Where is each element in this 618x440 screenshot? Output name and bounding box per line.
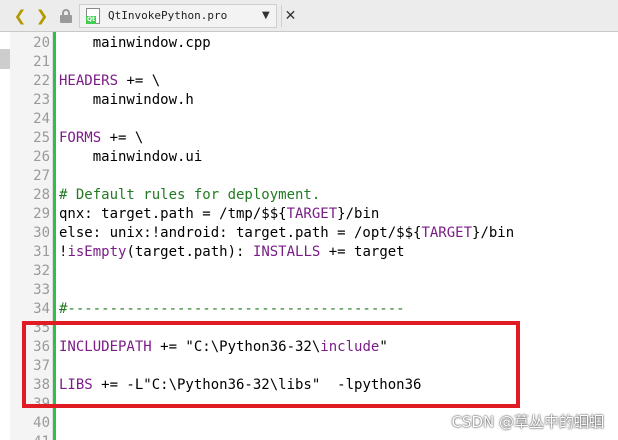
code-token: TARGET: [421, 225, 473, 241]
line-number: 26: [33, 149, 50, 165]
code-token: += \: [118, 73, 161, 89]
code-line[interactable]: 27: [0, 167, 618, 186]
line-number: 41: [10, 433, 50, 440]
code-text: mainwindow.cpp: [59, 34, 211, 53]
code-line[interactable]: 23 mainwindow.h: [0, 91, 618, 110]
line-number: 30: [33, 225, 50, 241]
line-number: 25: [33, 130, 50, 146]
code-line[interactable]: 28 # Default rules for deployment.: [0, 186, 618, 205]
line-number: 20: [33, 35, 50, 51]
qt-project-file-icon: Qt: [86, 7, 100, 24]
code-line[interactable]: 32: [0, 262, 618, 281]
editor-toolbar: ❮ ❯ Qt QtInvokePython.pro ▼ ✕: [0, 0, 618, 32]
line-number: 33: [33, 282, 50, 298]
line-number: 28: [33, 187, 50, 203]
close-document-button[interactable]: ✕: [281, 4, 299, 27]
code-token: # Default rules for deployment.: [59, 187, 321, 203]
code-text: qnx: target.path = /tmp/$${TARGET}/bin: [59, 205, 379, 224]
code-token: isEmpty: [67, 244, 127, 260]
code-text: HEADERS += \: [59, 72, 160, 91]
code-token: mainwindow.h: [59, 92, 194, 108]
code-token: #---------------------------------------…: [59, 301, 405, 317]
line-number: 21: [33, 54, 50, 70]
line-number: 29: [33, 206, 50, 222]
watermark: CSDN @草丛中的蝈蝈: [451, 413, 604, 431]
code-line[interactable]: 25 FORMS += \: [0, 129, 618, 148]
line-number: 34: [33, 301, 50, 317]
lock-icon[interactable]: [59, 8, 73, 23]
code-token: TARGET: [286, 206, 338, 222]
code-token: qnx: target.path = /tmp/$${: [59, 206, 287, 222]
code-token: += \: [101, 130, 144, 146]
code-line[interactable]: 34 #-------------------------------------…: [0, 300, 618, 319]
code-text: !isEmpty(target.path): INSTALLS += targe…: [59, 243, 405, 262]
line-number: 27: [33, 168, 50, 184]
file-name-label: QtInvokePython.pro: [108, 9, 228, 22]
code-token: += target: [320, 244, 405, 260]
line-number: 24: [33, 111, 50, 127]
line-number: 22: [33, 73, 50, 89]
code-token: (target.path):: [126, 244, 253, 260]
code-line[interactable]: 30 else: unix:!android: target.path = /op…: [0, 224, 618, 243]
code-line[interactable]: 26 mainwindow.ui: [0, 148, 618, 167]
back-button[interactable]: ❮: [9, 4, 31, 28]
code-token: }/bin: [337, 206, 380, 222]
line-number: 23: [33, 92, 50, 108]
line-number: 31: [33, 244, 50, 260]
forward-button[interactable]: ❯: [31, 4, 53, 28]
code-token: else: unix:!android: target.path = /opt/…: [59, 225, 422, 241]
code-line[interactable]: 22 HEADERS += \: [0, 72, 618, 91]
code-text: # Default rules for deployment.: [59, 186, 320, 205]
chevron-down-icon[interactable]: ▼: [262, 10, 272, 21]
line-number: 32: [33, 263, 50, 279]
code-text: FORMS += \: [59, 129, 143, 148]
code-line[interactable]: 29 qnx: target.path = /tmp/$${TARGET}/bin: [0, 205, 618, 224]
code-line[interactable]: 21: [0, 53, 618, 72]
code-token: INSTALLS: [252, 244, 321, 260]
code-text: else: unix:!android: target.path = /opt/…: [59, 224, 514, 243]
highlight-annotation-box: [22, 321, 520, 408]
code-line[interactable]: 24: [0, 110, 618, 129]
code-token: mainwindow.ui: [59, 149, 203, 165]
code-token: HEADERS: [59, 73, 119, 89]
line-number: 40: [33, 415, 50, 431]
code-token: FORMS: [59, 130, 102, 146]
code-line[interactable]: 33: [0, 281, 618, 300]
open-file-selector[interactable]: Qt QtInvokePython.pro ▼: [79, 3, 277, 28]
code-token: }/bin: [472, 225, 515, 241]
code-line[interactable]: 20 mainwindow.cpp: [0, 34, 618, 53]
code-token: mainwindow.cpp: [59, 35, 211, 51]
code-line[interactable]: 31 !isEmpty(target.path): INSTALLS += tar…: [0, 243, 618, 262]
code-text: #---------------------------------------…: [59, 300, 405, 319]
code-line[interactable]: 41: [0, 433, 618, 440]
code-text: mainwindow.h: [59, 91, 194, 110]
code-text: mainwindow.ui: [59, 148, 203, 167]
